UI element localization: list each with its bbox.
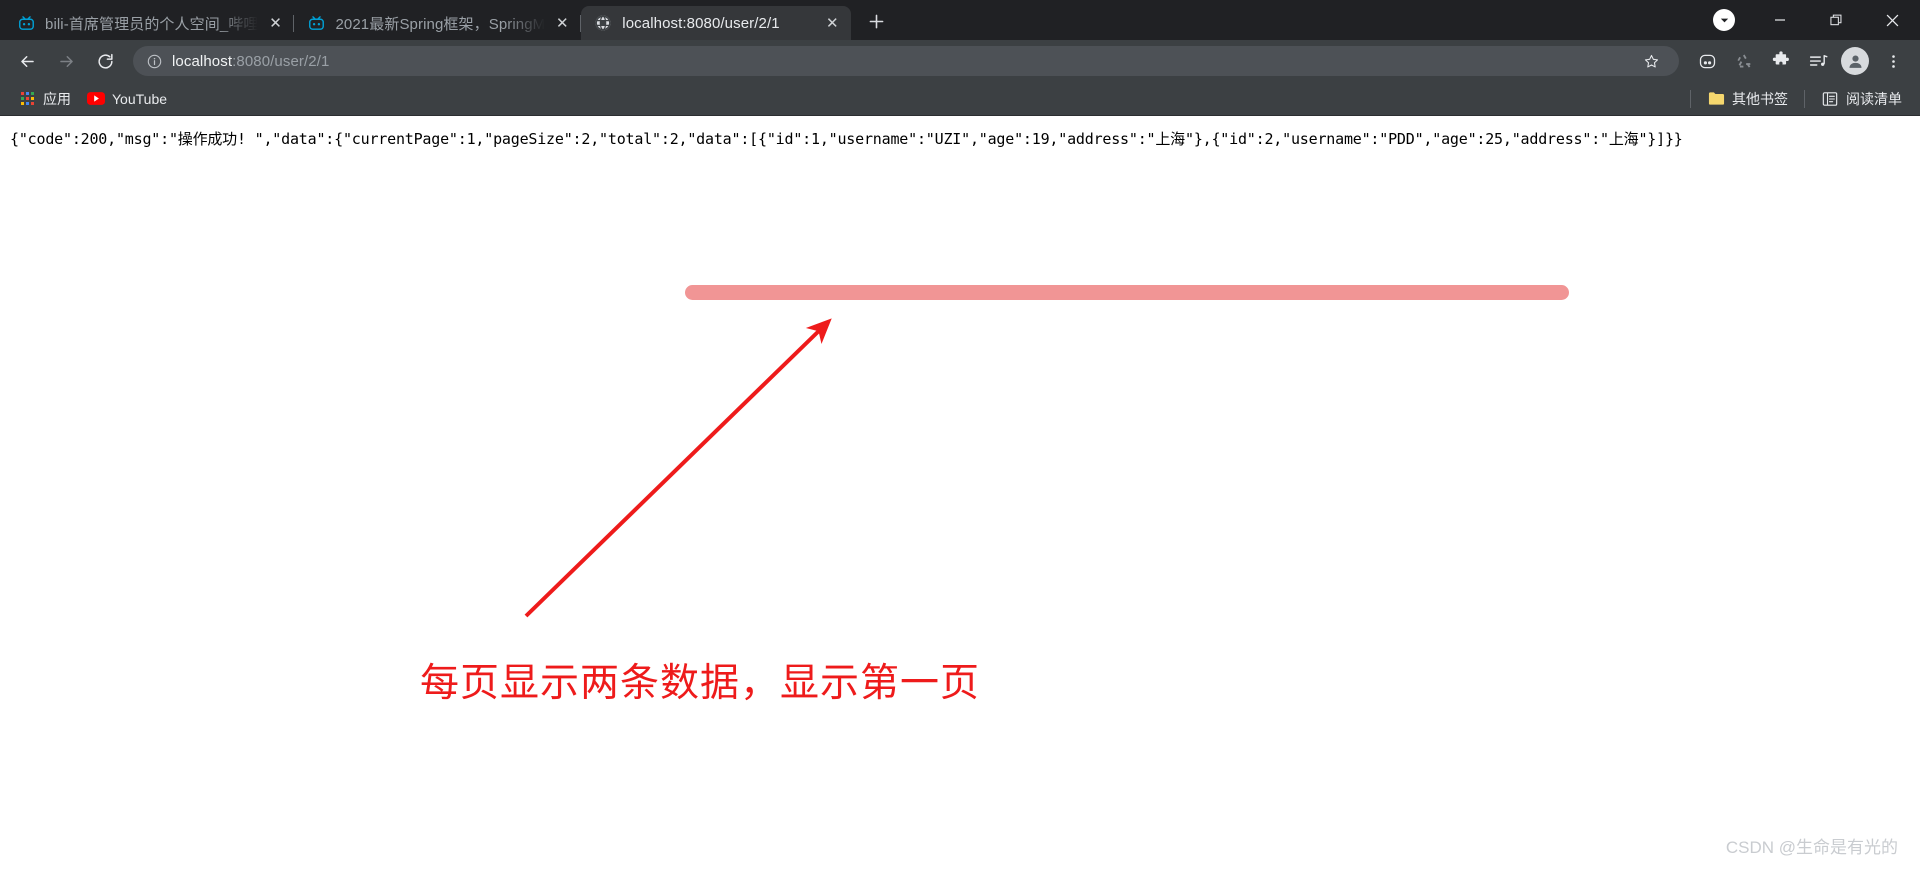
youtube-icon bbox=[87, 90, 105, 108]
bookmark-label: YouTube bbox=[112, 90, 168, 107]
media-playlist-icon[interactable] bbox=[1801, 44, 1835, 78]
arrow-annotation bbox=[524, 318, 832, 618]
bookmarks-bar-right: 其他书签 阅读清单 bbox=[1682, 86, 1910, 112]
bilibili-tv-icon bbox=[306, 13, 326, 33]
bookmark-apps[interactable]: 应用 bbox=[10, 86, 79, 112]
bookmark-label: 应用 bbox=[43, 90, 71, 107]
close-window-button[interactable] bbox=[1864, 0, 1920, 40]
recycle-icon[interactable] bbox=[1727, 44, 1761, 78]
downloads-indicator[interactable] bbox=[1696, 0, 1752, 40]
tab-spring-course[interactable]: 2021最新Spring框架，SpringM ✕ bbox=[294, 6, 582, 40]
forward-button[interactable] bbox=[49, 44, 83, 78]
tab-title: 2021最新Spring框架，SpringM bbox=[335, 15, 546, 33]
browser-toolbar: localhost:8080/user/2/1 bbox=[0, 40, 1920, 82]
url-host: localhost bbox=[172, 52, 233, 70]
reading-list-button[interactable]: 阅读清单 bbox=[1813, 86, 1910, 112]
address-bar[interactable]: localhost:8080/user/2/1 bbox=[133, 46, 1679, 76]
annotation-note-text: 每页显示两条数据，显示第一页 bbox=[420, 661, 981, 706]
page-viewport: {"code":200,"msg":"操作成功! ","data":{"curr… bbox=[0, 116, 1920, 872]
bookmarks-divider bbox=[1690, 89, 1691, 108]
url-text: localhost:8080/user/2/1 bbox=[172, 53, 329, 70]
bookmark-star-icon[interactable] bbox=[1635, 45, 1667, 77]
site-info-icon[interactable] bbox=[145, 52, 163, 70]
globe-icon bbox=[593, 13, 613, 33]
bookmarks-divider bbox=[1804, 89, 1805, 108]
folder-icon bbox=[1707, 90, 1725, 108]
reload-button[interactable] bbox=[88, 44, 122, 78]
highlight-bar-annotation bbox=[685, 285, 1569, 300]
chrome-menu-icon[interactable] bbox=[1876, 44, 1910, 78]
tab-close-button[interactable]: ✕ bbox=[264, 12, 286, 34]
extensions-puzzle-icon[interactable] bbox=[1764, 44, 1798, 78]
new-tab-button[interactable] bbox=[859, 4, 893, 38]
csdn-watermark: CSDN @生命是有光的 bbox=[1725, 838, 1898, 857]
tab-title: localhost:8080/user/2/1 bbox=[622, 14, 780, 32]
bilibili-tv-icon bbox=[16, 13, 36, 33]
restore-button[interactable] bbox=[1808, 0, 1864, 40]
window-controls bbox=[1696, 0, 1920, 40]
tab-strip: bili-首席管理员的个人空间_哔哩 ✕ 2021最新Spring框架，Spri… bbox=[0, 0, 1920, 40]
tab-title: bili-首席管理员的个人空间_哔哩 bbox=[45, 15, 259, 33]
tab-localhost-active[interactable]: localhost:8080/user/2/1 ✕ bbox=[581, 6, 852, 40]
tab-list: bili-首席管理员的个人空间_哔哩 ✕ 2021最新Spring框架，Spri… bbox=[0, 0, 893, 40]
url-path: :8080/user/2/1 bbox=[232, 52, 330, 70]
back-button[interactable] bbox=[10, 44, 44, 78]
bookmark-label: 阅读清单 bbox=[1846, 90, 1902, 107]
tab-close-button[interactable]: ✕ bbox=[821, 12, 843, 34]
annotation-overlay: 每页显示两条数据，显示第一页 CSDN @生命是有光的 bbox=[0, 116, 1920, 872]
download-arrow-icon bbox=[1713, 9, 1735, 31]
tab-close-button[interactable]: ✕ bbox=[551, 12, 573, 34]
json-response-text: {"code":200,"msg":"操作成功! ","data":{"curr… bbox=[10, 130, 1683, 148]
bookmark-other-bookmarks[interactable]: 其他书签 bbox=[1699, 86, 1796, 112]
bookmark-label: 其他书签 bbox=[1732, 90, 1788, 107]
bookmarks-bar: 应用 YouTube 其他书签 阅读清单 bbox=[0, 82, 1920, 116]
pocket-icon[interactable] bbox=[1690, 44, 1724, 78]
tab-bilibili-space[interactable]: bili-首席管理员的个人空间_哔哩 ✕ bbox=[4, 6, 295, 40]
apps-grid-icon bbox=[18, 90, 36, 108]
bookmark-youtube[interactable]: YouTube bbox=[79, 86, 175, 112]
reading-list-icon bbox=[1821, 90, 1839, 108]
browser-window: bili-首席管理员的个人空间_哔哩 ✕ 2021最新Spring框架，Spri… bbox=[0, 0, 1920, 872]
profile-avatar[interactable] bbox=[1841, 47, 1869, 75]
minimize-button[interactable] bbox=[1752, 0, 1808, 40]
